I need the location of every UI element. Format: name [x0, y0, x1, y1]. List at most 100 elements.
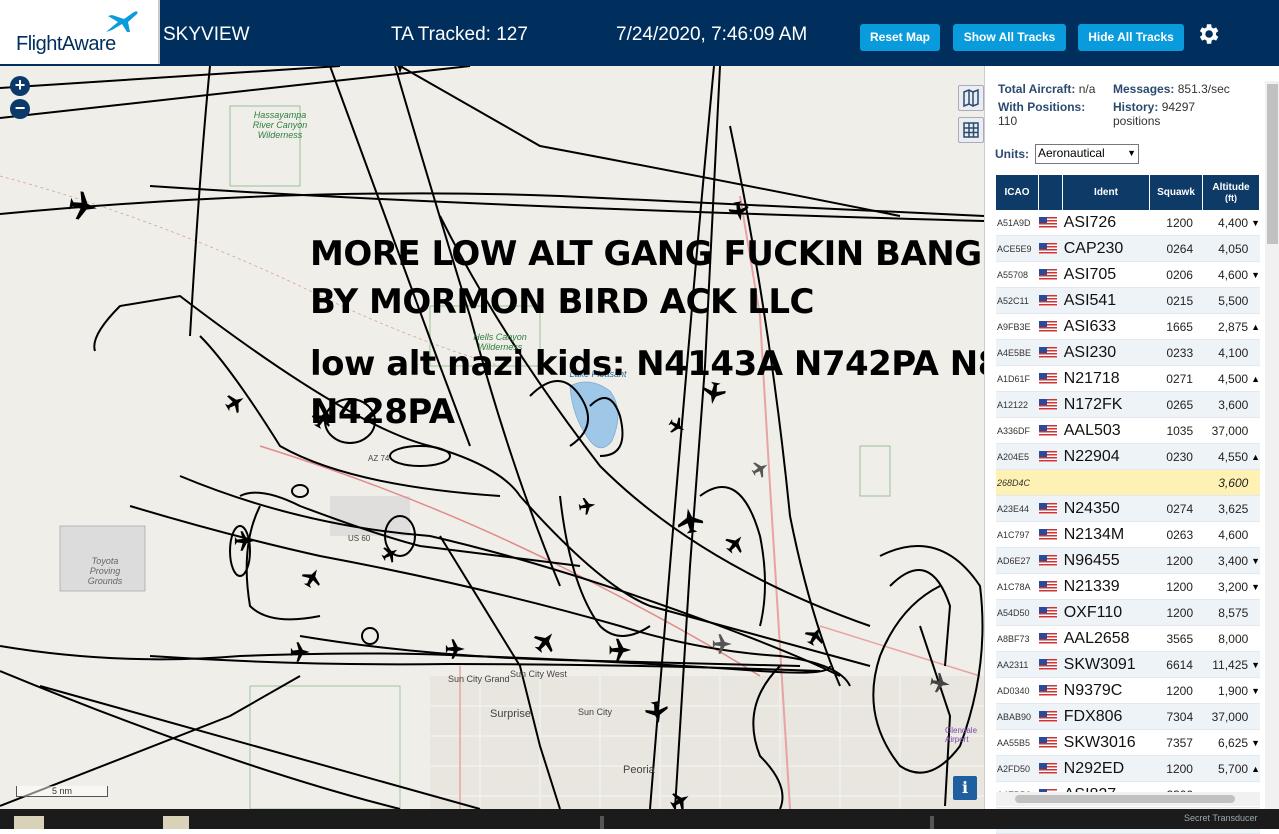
table-row[interactable]: AD6E27 N96455 1200 3,400 ▼ [996, 548, 1260, 574]
map-canvas[interactable] [0, 66, 984, 809]
table-row[interactable]: A1C78A N21339 1200 3,200 ▼ [996, 574, 1260, 600]
table-row[interactable]: A23E44 N24350 0274 3,625 [996, 496, 1260, 522]
place-label-sun-city-west: Sun City West [510, 669, 567, 679]
table-row[interactable]: A55708 ASI705 0206 4,600 ▼ [996, 262, 1260, 288]
place-label-surprise: Surprise [490, 708, 531, 720]
cell-icao: A51A9D [997, 217, 1031, 228]
table-row[interactable]: A1D61F N21718 0271 4,500 ▲ [996, 366, 1260, 392]
cell-altitude: 3,600 [1218, 397, 1249, 412]
us-flag-icon [1038, 658, 1057, 670]
table-row[interactable]: ACE5E9 CAP230 0264 4,050 [996, 236, 1260, 262]
table-row[interactable]: AA2311 SKW3091 6614 11,425 ▼ [996, 652, 1260, 678]
table-row[interactable]: ABAB90 FDX806 7304 37,000 [996, 704, 1260, 730]
messages-stat: Messages: 851.3/sec [1113, 82, 1230, 96]
cell-altitude: 6,625 [1218, 735, 1249, 750]
cell-altitude: 8,575 [1218, 605, 1249, 620]
table-row[interactable]: A2FD50 N292ED 1200 5,700 ▲ [996, 756, 1260, 782]
taskbar-item[interactable] [14, 816, 44, 829]
cell-icao: ABAB90 [997, 711, 1032, 722]
us-flag-icon [1038, 684, 1057, 696]
cell-altitude: 4,550 [1218, 449, 1249, 464]
us-flag-icon [1038, 242, 1057, 254]
units-select[interactable]: Aeronautical ▼ [1035, 144, 1139, 164]
cell-squawk: 1200 [1166, 683, 1193, 698]
table-row[interactable]: A336DF AAL503 1035 37,000 [996, 418, 1260, 444]
cell-altitude: 4,050 [1218, 241, 1249, 256]
cell-icao: A23E44 [997, 503, 1030, 514]
cell-ident: ASI705 [1063, 265, 1117, 283]
cell-ident: ASI230 [1063, 343, 1117, 361]
col-altitude[interactable]: Altitude (ft) [1203, 175, 1260, 210]
overlay-text-line-1: MORE LOW ALT GANG FUCKIN BANGING [310, 234, 984, 274]
cell-altitude: 8,000 [1218, 631, 1249, 646]
cell-squawk: 0215 [1166, 293, 1194, 308]
cell-flag [1038, 762, 1062, 774]
cell-altitude: 1,900 [1218, 683, 1249, 698]
map-view[interactable]: Hassayampa River Canyon Wilderness Hells… [0, 66, 984, 809]
cell-ident: FDX806 [1063, 707, 1123, 725]
cell-squawk: 1665 [1166, 319, 1193, 334]
table-row[interactable]: A9FB3E ASI633 1665 2,875 ▲ [996, 314, 1260, 340]
table-row[interactable]: AD0340 N9379C 1200 1,900 ▼ [996, 678, 1260, 704]
taskbar-text: Secret Transducer [1184, 813, 1258, 823]
col-squawk[interactable]: Squawk [1150, 175, 1203, 210]
us-flag-icon [1038, 528, 1057, 540]
taskbar-item[interactable] [163, 816, 189, 829]
cell-altitude: 11,425 [1212, 657, 1249, 672]
altitude-trend-icon: ▼ [1251, 581, 1260, 592]
cell-ident: ASI633 [1063, 317, 1117, 335]
cell-flag [1038, 528, 1062, 540]
horizontal-scroll-thumb[interactable] [1015, 795, 1235, 803]
cell-squawk: 0265 [1166, 397, 1194, 412]
cell-squawk: 0230 [1166, 449, 1193, 464]
table-header: ICAO Ident Squawk Altitude (ft) [996, 175, 1260, 210]
cell-squawk: 0263 [1166, 527, 1194, 542]
cell-ident: N9379C [1063, 681, 1123, 699]
table-row[interactable]: A204E5 N22904 0230 4,550 ▲ [996, 444, 1260, 470]
cell-ident: CAP230 [1063, 239, 1124, 257]
reset-map-button[interactable]: Reset Map [860, 24, 940, 51]
us-flag-icon [1038, 710, 1057, 722]
table-row[interactable]: 268D4C 3,600 [996, 470, 1260, 496]
cell-ident: N2134M [1063, 525, 1125, 543]
map-layers-button[interactable] [958, 85, 984, 111]
total-aircraft-label: Total Aircraft: [998, 82, 1076, 96]
cell-icao: AA55B5 [997, 737, 1031, 748]
altitude-trend-icon: ▼ [1251, 685, 1260, 696]
info-button[interactable]: i [953, 776, 977, 800]
history-value: 94297 [1161, 100, 1196, 114]
gear-icon[interactable] [1195, 21, 1221, 47]
table-row[interactable]: A4E5BE ASI230 0233 4,100 [996, 340, 1260, 366]
place-label-glendale-airport: Glendale Airport [945, 726, 978, 744]
col-flag[interactable] [1039, 175, 1063, 210]
zoom-out-button[interactable]: − [10, 99, 30, 119]
col-ident[interactable]: Ident [1063, 175, 1150, 210]
table-row[interactable]: A8BF73 AAL2658 3565 8,000 [996, 626, 1260, 652]
cell-altitude: 4,600 [1218, 527, 1249, 542]
cell-squawk: 0233 [1166, 345, 1194, 360]
vertical-scroll-thumb[interactable] [1267, 84, 1278, 244]
zoom-in-button[interactable]: + [10, 76, 30, 96]
grid-toggle-button[interactable] [958, 117, 984, 143]
table-row[interactable]: A52C11 ASI541 0215 5,500 [996, 288, 1260, 314]
hide-all-tracks-button[interactable]: Hide All Tracks [1078, 24, 1184, 51]
cell-icao: AA2311 [997, 659, 1029, 670]
cell-altitude: 3,625 [1218, 501, 1249, 516]
table-row[interactable]: A1C797 N2134M 0263 4,600 [996, 522, 1260, 548]
flightaware-logo[interactable]: FlightAware [0, 0, 160, 64]
col-icao[interactable]: ICAO [996, 175, 1039, 210]
table-row[interactable]: A12122 N172FK 0265 3,600 [996, 392, 1260, 418]
table-row[interactable]: A54D50 OXF110 1200 8,575 [996, 600, 1260, 626]
taskbar-divider [930, 816, 934, 829]
show-all-tracks-button[interactable]: Show All Tracks [953, 24, 1066, 51]
cell-squawk: 1200 [1166, 605, 1194, 620]
altitude-trend-icon: ▼ [1251, 737, 1260, 748]
us-flag-icon [1038, 294, 1057, 306]
cell-flag [1038, 424, 1062, 436]
cell-flag [1038, 372, 1062, 384]
cell-flag [1038, 294, 1062, 306]
table-row[interactable]: AA55B5 SKW3016 7357 6,625 ▼ [996, 730, 1260, 756]
cell-altitude: 37,000 [1211, 709, 1249, 724]
table-row[interactable]: A51A9D ASI726 1200 4,400 ▼ [996, 210, 1260, 236]
us-flag-icon [1038, 762, 1057, 774]
